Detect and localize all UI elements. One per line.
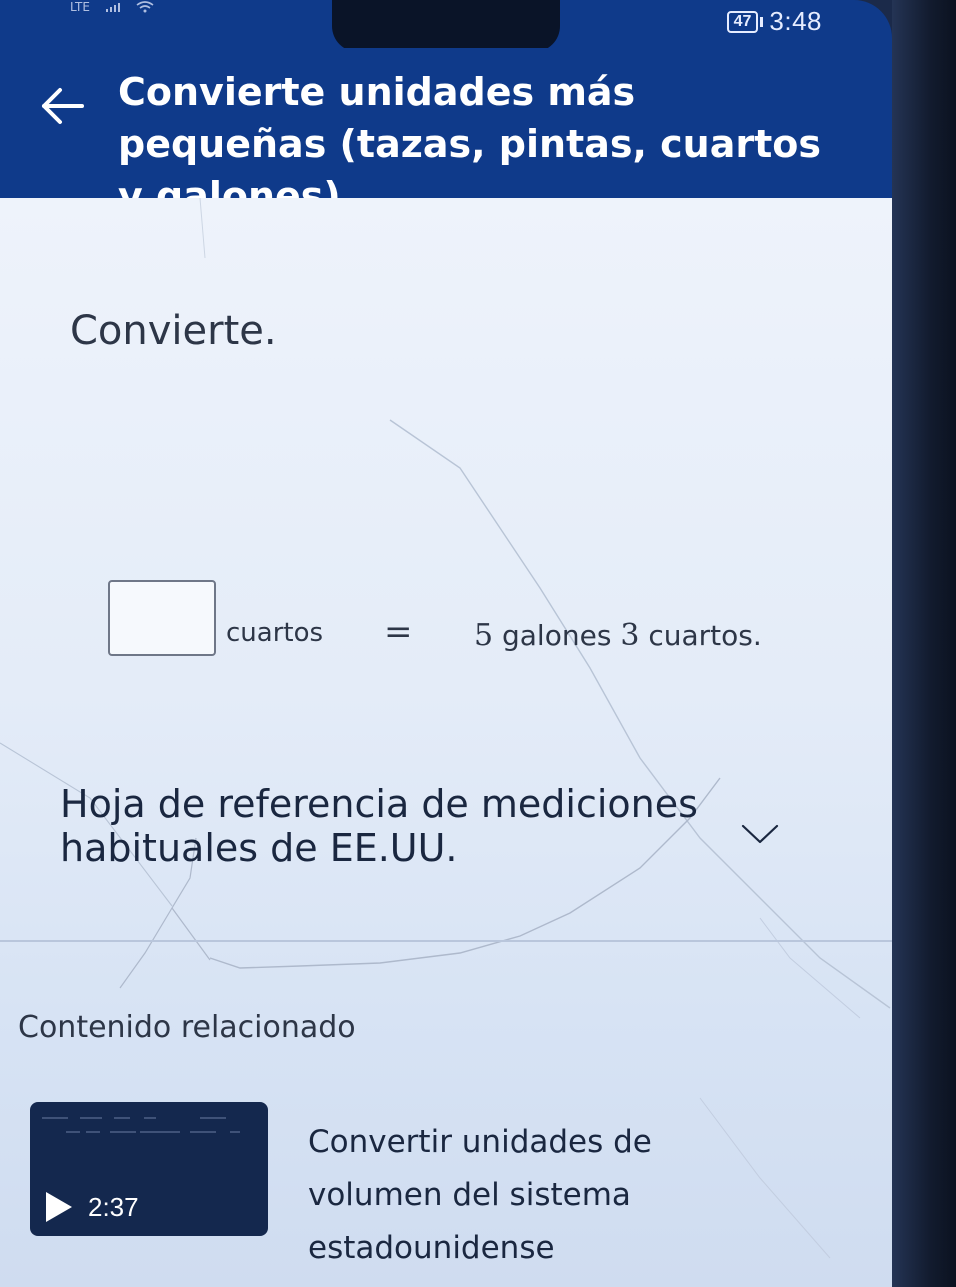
given-quantity: 5 galones 3 cuartos. xyxy=(474,618,762,653)
related-video-title[interactable]: Convertir unidades de volumen del sistem… xyxy=(308,1116,708,1275)
question-prompt: Convierte. xyxy=(70,308,277,354)
chevron-down-icon xyxy=(741,824,779,844)
camera-notch xyxy=(332,0,560,52)
status-right: 47 3:48 xyxy=(726,6,822,37)
battery-tip xyxy=(760,16,764,27)
answer-unit-label: cuartos xyxy=(226,618,324,648)
wifi-icon xyxy=(136,1,154,13)
back-button[interactable] xyxy=(34,78,90,134)
status-left: LTE xyxy=(70,0,154,14)
network-type: LTE xyxy=(70,0,90,14)
play-icon xyxy=(46,1192,72,1222)
thumbnail-preview xyxy=(42,1117,240,1133)
related-content-heading: Contenido relacionado xyxy=(18,1010,356,1045)
equals-sign: = xyxy=(384,612,413,652)
section-divider xyxy=(0,940,892,942)
gallons-unit: galones xyxy=(502,619,612,652)
exercise-content: Convierte. cuartos = 5 galones 3 cuartos… xyxy=(0,198,892,1287)
battery-icon: 47 xyxy=(726,10,759,33)
phone-screen: LTE 47 3:48 Convierte unidades más peque… xyxy=(0,0,892,1287)
answer-input[interactable] xyxy=(108,580,216,656)
reference-sheet-title: Hoja de referencia de mediciones habitua… xyxy=(60,782,698,870)
video-thumbnail[interactable]: 2:37 xyxy=(30,1102,268,1236)
app-header: Convierte unidades más pequeñas (tazas, … xyxy=(0,48,892,218)
quarts-unit: cuartos. xyxy=(648,619,762,652)
signal-icon xyxy=(105,2,120,12)
quarts-value: 3 xyxy=(620,618,640,653)
reference-sheet-toggle[interactable]: Hoja de referencia de mediciones habitua… xyxy=(60,782,820,872)
clock: 3:48 xyxy=(769,6,822,36)
video-duration: 2:37 xyxy=(88,1192,139,1222)
device-bezel xyxy=(892,0,956,1287)
gallons-value: 5 xyxy=(474,618,494,653)
status-bar: LTE 47 3:48 xyxy=(0,0,892,52)
back-arrow-icon xyxy=(42,88,84,124)
